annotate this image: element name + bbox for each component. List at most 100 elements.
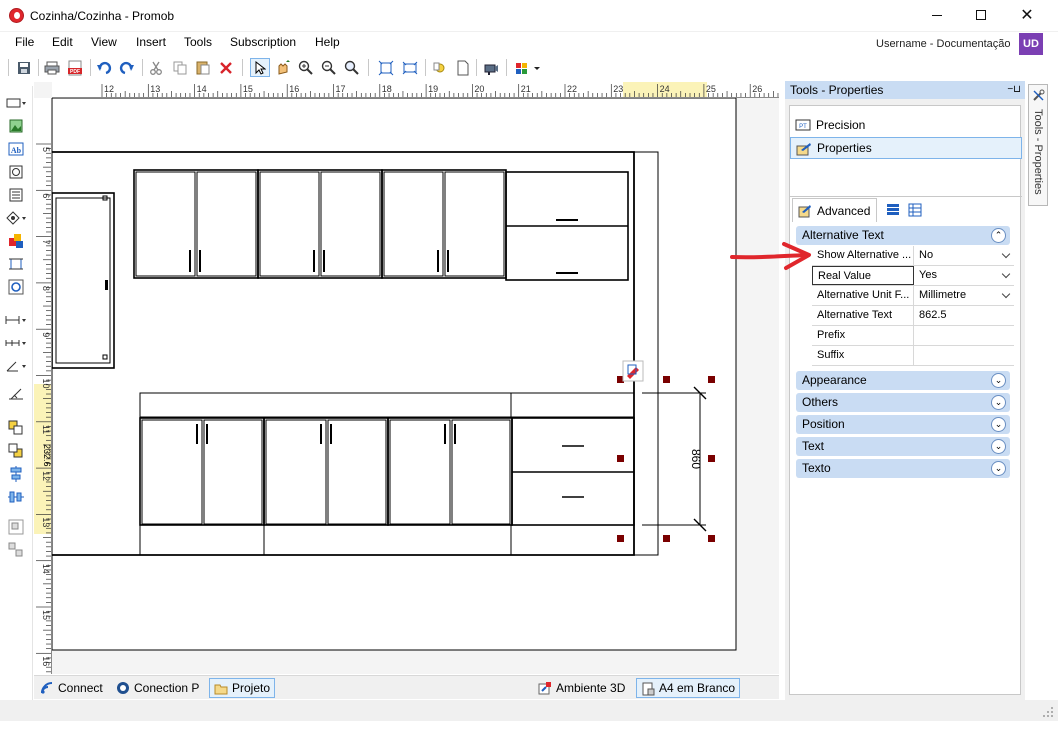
precision-section[interactable]: PT Precision [790, 114, 1022, 136]
tab-ambiente-3d[interactable]: Ambiente 3D [534, 678, 629, 698]
category-text[interactable]: Text ⌄ [796, 437, 1010, 456]
user-name[interactable]: Username - Documentação [876, 38, 1011, 50]
suffix-field[interactable] [915, 346, 1014, 365]
menu-insert[interactable]: Insert [136, 35, 166, 49]
expand-icon[interactable]: ⌄ [991, 417, 1006, 432]
ruler-top: 12 13 14 15 16 17 18 19 20 21 22 23 24 25 26 [52, 82, 779, 98]
rectangle-tool-icon[interactable] [5, 94, 27, 112]
list-tool-icon[interactable] [5, 186, 27, 204]
properties-section[interactable]: Properties [790, 137, 1022, 159]
maximize-button[interactable] [958, 0, 1004, 30]
categorized-view-icon[interactable] [886, 203, 900, 220]
bring-front-icon[interactable] [5, 419, 27, 437]
menu-help[interactable]: Help [315, 35, 340, 49]
menu-tools[interactable]: Tools [184, 35, 212, 49]
property-row[interactable]: Real Value Yes [812, 266, 1014, 286]
ruler-left-label: 10 [41, 379, 51, 389]
avatar[interactable]: UD [1019, 33, 1043, 55]
print-icon[interactable] [42, 58, 62, 77]
category-position[interactable]: Position ⌄ [796, 415, 1010, 434]
dimension-chain-tool-icon[interactable] [5, 334, 27, 352]
fit-icon[interactable] [376, 58, 396, 77]
redo-icon[interactable] [117, 58, 137, 77]
save-icon[interactable] [14, 58, 34, 77]
tab-connect[interactable]: Connect [36, 678, 107, 698]
align-vertical-icon[interactable] [5, 465, 27, 483]
kitchen-elevation-drawing[interactable]: 860 [51, 97, 779, 674]
refresh-tool-icon[interactable] [5, 278, 27, 296]
paste-icon[interactable] [193, 58, 213, 77]
tab-conection-p[interactable]: Conection P [112, 678, 203, 698]
pan-icon[interactable] [273, 58, 293, 77]
tab-a4-em-branco[interactable]: A4 em Branco [636, 678, 741, 698]
category-texto[interactable]: Texto ⌄ [796, 459, 1010, 478]
category-others[interactable]: Others ⌄ [796, 393, 1010, 412]
light-icon[interactable] [430, 58, 450, 77]
copy-icon[interactable] [170, 58, 190, 77]
show-alternative-select[interactable]: No [915, 246, 1014, 265]
expand-icon[interactable]: ⌄ [991, 461, 1006, 476]
undo-icon[interactable] [94, 58, 114, 77]
minimize-button[interactable] [914, 0, 960, 30]
expand-icon[interactable]: ⌄ [991, 395, 1006, 410]
pin-icon[interactable]: −⊔ [1007, 84, 1021, 95]
resize-grip-icon[interactable] [1042, 706, 1054, 718]
real-value-select[interactable]: Yes [915, 266, 1014, 285]
zoom-in-icon[interactable] [296, 58, 316, 77]
page-icon[interactable] [453, 58, 473, 77]
property-row[interactable]: Show Alternative ... No [812, 246, 1014, 266]
compass-tool-icon[interactable] [5, 209, 27, 227]
tab-projeto[interactable]: Projeto [209, 678, 276, 698]
text-tool-icon[interactable]: Ab [5, 140, 27, 158]
window-title: Cozinha/Cozinha - Promob [30, 9, 175, 23]
tall-cabinet[interactable] [51, 192, 115, 369]
prefix-field[interactable] [915, 326, 1014, 345]
zoom-out-icon[interactable] [319, 58, 339, 77]
ungroup-icon[interactable] [5, 541, 27, 559]
property-row[interactable]: Suffix [812, 346, 1014, 366]
fit-all-icon[interactable] [400, 58, 420, 77]
alternative-unit-select[interactable]: Millimetre [915, 286, 1014, 305]
menu-file[interactable]: File [15, 35, 34, 49]
ruler-top-label: 12 [104, 84, 114, 94]
menu-edit[interactable]: Edit [52, 35, 73, 49]
color-icon[interactable] [514, 58, 544, 77]
property-label: Alternative Text [812, 306, 914, 325]
expand-icon[interactable]: ⌄ [991, 373, 1006, 388]
advanced-icon [798, 205, 811, 218]
property-row[interactable]: Alternative Text 862.5 [812, 306, 1014, 326]
menu-view[interactable]: View [91, 35, 117, 49]
select-icon[interactable] [250, 58, 270, 77]
close-button[interactable]: ✕ [1004, 0, 1050, 30]
collapse-icon[interactable]: ⌃ [991, 228, 1006, 243]
menu-subscription[interactable]: Subscription [230, 35, 296, 49]
tab-advanced[interactable]: Advanced [792, 198, 878, 222]
send-back-icon[interactable] [5, 442, 27, 460]
image-tool-icon[interactable] [5, 117, 27, 135]
alternative-text-field[interactable]: 862.5 [915, 306, 1014, 325]
category-alternative-text[interactable]: Alternative Text ⌃ [796, 226, 1010, 245]
property-row[interactable]: Alternative Unit F... Millimetre [812, 286, 1014, 306]
cut-icon[interactable] [146, 58, 166, 77]
property-row[interactable]: Prefix [812, 326, 1014, 346]
category-appearance[interactable]: Appearance ⌄ [796, 371, 1010, 390]
camera-icon[interactable] [481, 58, 501, 77]
close-icon: ✕ [1020, 7, 1034, 24]
zoom-icon[interactable] [342, 58, 362, 77]
level-tool-icon[interactable] [5, 385, 27, 403]
ruler-left: 5 6 7 8 9 10 11 12 13 14 15 16 232.6 [34, 98, 52, 674]
toolbar-separator [368, 59, 369, 76]
alphabetical-view-icon[interactable] [908, 203, 922, 220]
angle-tool-icon[interactable] [5, 357, 27, 375]
delete-icon[interactable] [216, 58, 236, 77]
align-horizontal-icon[interactable] [5, 488, 27, 506]
side-tab-tools-properties[interactable]: Tools - Properties [1028, 84, 1048, 206]
frame-tool-icon[interactable] [5, 255, 27, 273]
dimension-tool-icon[interactable] [5, 311, 27, 329]
symbol-tool-icon[interactable] [5, 163, 27, 181]
material-tool-icon[interactable] [5, 232, 27, 250]
expand-icon[interactable]: ⌄ [991, 439, 1006, 454]
drawing-canvas[interactable]: 12 13 14 15 16 17 18 19 20 21 22 23 24 25 26 5 6 7 8 9 10 11… [34, 82, 779, 674]
pdf-icon[interactable]: PDF [65, 58, 85, 77]
group-icon[interactable] [5, 518, 27, 536]
